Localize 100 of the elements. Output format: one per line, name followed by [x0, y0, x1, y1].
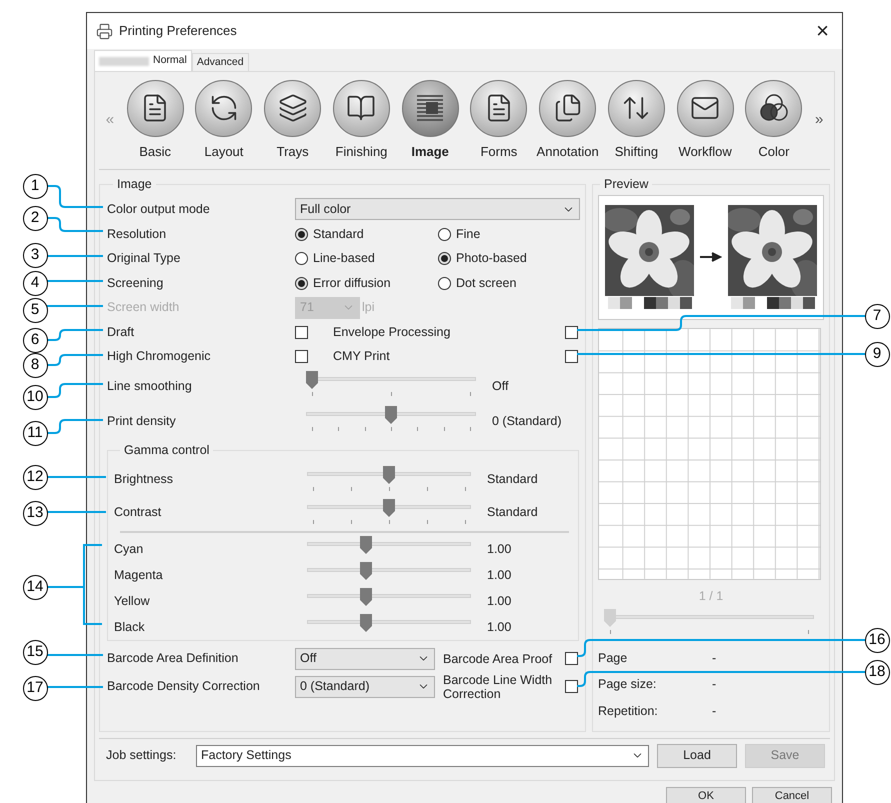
tick-mark [391, 427, 392, 432]
slider-value: Standard [487, 470, 538, 488]
tick-mark [313, 520, 314, 524]
field-label: Barcode Density Correction [107, 678, 261, 696]
tick-mark [427, 520, 428, 524]
slider-track[interactable] [307, 588, 471, 606]
dropdown[interactable]: Factory Settings [196, 744, 649, 766]
slider-thumb[interactable] [383, 466, 395, 484]
slider-thumb[interactable] [360, 562, 372, 580]
callout-number: 5 [22, 298, 48, 322]
checkbox-label: Barcode Area Proof [443, 652, 554, 666]
checkbox[interactable] [565, 350, 578, 363]
radio-label: Error diffusion [313, 274, 391, 292]
checkbox[interactable] [565, 652, 578, 666]
slider-value: Standard [487, 504, 538, 520]
leader-line [47, 280, 103, 282]
radio-label: Photo-based [456, 250, 527, 268]
slider-thumb[interactable] [360, 536, 372, 554]
dialog-button[interactable]: Cancel [752, 787, 832, 803]
slider-value: Off [492, 378, 508, 395]
leader-line [47, 305, 103, 307]
slider-track[interactable] [307, 536, 471, 554]
slider-track[interactable] [306, 370, 476, 389]
slider-thumb[interactable] [306, 370, 318, 389]
dropdown[interactable]: Off [295, 648, 435, 670]
callout-number: 8 [22, 352, 48, 378]
slider-thumb[interactable] [360, 614, 372, 632]
dropdown[interactable]: 0 (Standard) [295, 676, 435, 698]
dropdown[interactable]: Full color [295, 198, 580, 220]
radio-button[interactable] [295, 252, 308, 265]
callout-number: 18 [864, 660, 890, 684]
tick-mark [351, 520, 352, 524]
callout-number: 12 [22, 464, 48, 490]
callout-number: 17 [22, 676, 48, 700]
slider-value: 1.00 [487, 618, 512, 636]
slider-track[interactable] [307, 498, 471, 516]
callout-number: 9 [864, 342, 890, 366]
slider-value: 0 (Standard) [492, 413, 562, 430]
tab[interactable]: Normal [94, 50, 192, 71]
job-button[interactable]: Load [657, 744, 737, 768]
checkbox[interactable] [565, 326, 578, 338]
info-label: Page [598, 650, 628, 667]
slider-track[interactable] [307, 614, 471, 632]
callout-number: 16 [864, 628, 890, 652]
slider-thumb[interactable] [385, 406, 397, 424]
radio-button[interactable] [295, 228, 308, 240]
leader-line [47, 419, 103, 434]
leader-line [47, 476, 106, 478]
radio-button[interactable] [438, 276, 451, 290]
slider-value: 1.00 [487, 566, 512, 584]
callout-number: 7 [864, 304, 890, 328]
slider-value: 1.00 [487, 592, 512, 610]
tab[interactable]: Advanced [192, 53, 249, 71]
callout-number: 2 [22, 206, 48, 230]
radio-label: Line-based [313, 250, 375, 268]
radio-button[interactable] [438, 252, 451, 265]
radio-label: Fine [456, 226, 480, 243]
tick-mark [351, 486, 352, 490]
close-button[interactable]: × [812, 20, 833, 42]
field-label: Black [114, 618, 146, 636]
slider-track[interactable] [306, 406, 476, 424]
tick-mark [470, 427, 471, 432]
checkbox[interactable] [565, 680, 578, 694]
checkbox-label: Envelope Processing [333, 324, 452, 341]
page-indicator: 1 / 1 [698, 588, 724, 603]
slider-thumb[interactable] [383, 498, 395, 516]
field-label: Original Type [107, 250, 182, 268]
slider-thumb[interactable] [360, 588, 372, 606]
field-label: Magenta [114, 566, 164, 584]
field-label: Job settings: [106, 747, 178, 764]
tick-mark [312, 427, 313, 432]
field-label: Resolution [107, 226, 168, 243]
group-title: Image [116, 176, 153, 193]
field-label: Line smoothing [107, 378, 193, 395]
slider-track[interactable] [307, 466, 471, 484]
field-label: Draft [107, 324, 136, 341]
tick-mark [610, 630, 611, 634]
dialog-button[interactable]: OK [666, 787, 746, 803]
leader-line [47, 511, 106, 513]
checkbox-label: CMY Print [333, 348, 391, 366]
radio-button[interactable] [438, 228, 451, 240]
field-label: Cyan [114, 540, 144, 558]
slider-track[interactable] [307, 562, 471, 580]
scroll-right-button[interactable]: » [808, 109, 830, 132]
radio-button[interactable] [295, 276, 308, 290]
field-label: High Chromogenic [107, 348, 212, 366]
field-label: Color output mode [107, 200, 211, 218]
slider-value: 1.00 [487, 540, 512, 558]
checkbox[interactable] [295, 350, 308, 363]
leader-line [47, 354, 103, 366]
field-label: Contrast [114, 504, 162, 520]
info-value: - [712, 650, 716, 667]
checkbox[interactable] [295, 326, 308, 338]
callout-number: 3 [22, 242, 48, 268]
slider-track[interactable] [604, 608, 814, 627]
callout-number: 6 [22, 328, 48, 352]
field-label: Yellow [114, 592, 151, 610]
group-title: Preview [603, 176, 650, 193]
tick-mark [313, 486, 314, 490]
leader-line [47, 383, 103, 398]
